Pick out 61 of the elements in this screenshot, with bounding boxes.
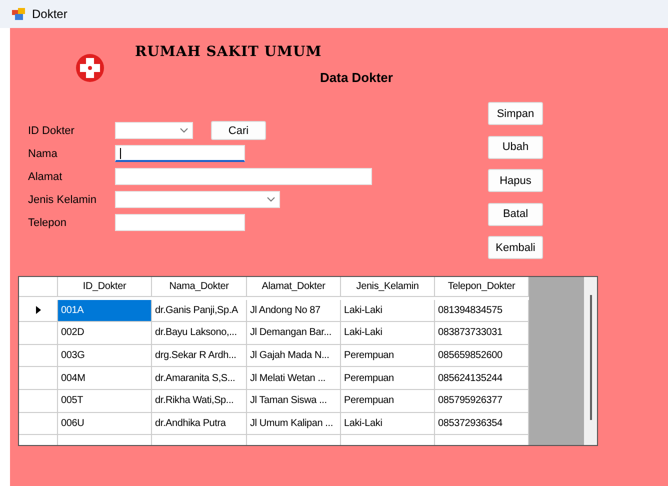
field-label: Nama bbox=[28, 148, 58, 160]
table-cell: drg.Sekar R Ardh... bbox=[152, 344, 247, 368]
field-label: ID Dokter bbox=[28, 124, 76, 136]
table-cell: Jl Andong No 87 bbox=[247, 300, 341, 322]
app-icon bbox=[12, 8, 26, 20]
action-button[interactable]: Simpan bbox=[488, 102, 543, 125]
table-cell: Jl Melati Wetan ... bbox=[247, 367, 341, 390]
table-cell: Laki-Laki bbox=[341, 322, 435, 345]
column-header[interactable]: Nama_Dokter bbox=[152, 277, 247, 297]
table-cell: Jl Umum Kalipan ... bbox=[247, 412, 341, 436]
table-cell: dr.Ganis Panji,Sp.A bbox=[152, 300, 247, 322]
table-cell: 085624135244 bbox=[435, 367, 529, 390]
window-title: Dokter bbox=[32, 7, 68, 21]
table-cell: dr.Bayu Laksono,... bbox=[152, 322, 247, 345]
table-cell: 001A bbox=[58, 300, 152, 322]
table-cell: Jl Demangan Bar... bbox=[247, 322, 341, 345]
form-title: Data Dokter bbox=[320, 70, 393, 85]
table-cell: 081394834575 bbox=[435, 300, 529, 322]
table-cell: 083873733031 bbox=[435, 322, 529, 345]
chevron-down-icon bbox=[180, 128, 188, 133]
search-button[interactable]: Cari bbox=[211, 121, 266, 140]
input-field[interactable] bbox=[115, 214, 245, 231]
table-cell: Laki-Laki bbox=[341, 412, 435, 436]
table-cell: 085659852600 bbox=[435, 344, 529, 368]
table-cell: dr.Andhika Putra bbox=[152, 412, 247, 436]
action-button[interactable]: Ubah bbox=[488, 136, 543, 158]
table-cell: 003G bbox=[58, 344, 152, 368]
table-cell: 085795926377 bbox=[435, 390, 529, 413]
action-button[interactable]: Kembali bbox=[488, 236, 543, 259]
action-button[interactable]: Batal bbox=[488, 202, 543, 226]
table-cell: 005T bbox=[58, 390, 152, 413]
column-header[interactable]: Jenis_Kelamin bbox=[341, 277, 435, 297]
action-button[interactable]: Hapus bbox=[488, 169, 543, 192]
table-cell: 006U bbox=[58, 412, 152, 436]
table-cell: 004M bbox=[58, 367, 152, 390]
column-header[interactable]: ID_Dokter bbox=[58, 277, 152, 297]
dropdown-field[interactable] bbox=[115, 191, 280, 208]
current-row-icon bbox=[36, 306, 40, 314]
column-header[interactable]: Alamat_Dokter bbox=[247, 277, 341, 297]
table-cell: 085372936354 bbox=[435, 412, 529, 436]
field-label: Jenis Kelamin bbox=[28, 194, 98, 206]
table-cell: Perempuan bbox=[341, 344, 435, 368]
input-field[interactable] bbox=[115, 145, 245, 162]
table-cell: dr.Rikha Wati,Sp... bbox=[152, 390, 247, 413]
table-cell: Jl Taman Siswa ... bbox=[247, 390, 341, 413]
hospital-name: RUMAH SAKIT UMUM bbox=[135, 44, 323, 60]
field-label: Telepon bbox=[28, 216, 68, 228]
field-label: Alamat bbox=[28, 170, 64, 182]
scrollbar[interactable] bbox=[584, 277, 597, 445]
table-cell: Perempuan bbox=[341, 390, 435, 413]
dropdown-field[interactable] bbox=[115, 122, 193, 139]
input-field[interactable] bbox=[115, 168, 372, 185]
column-header[interactable]: Telepon_Dokter bbox=[435, 277, 529, 297]
cross-logo-icon bbox=[75, 53, 105, 83]
grid-corner-cell bbox=[19, 277, 58, 297]
table-cell: dr.Amaranita S,S... bbox=[152, 367, 247, 390]
table-cell: Perempuan bbox=[341, 367, 435, 390]
table-cell: 002D bbox=[58, 322, 152, 345]
table-cell: Jl Gajah Mada N... bbox=[247, 344, 341, 368]
chevron-down-icon bbox=[267, 197, 275, 202]
table-cell: Laki-Laki bbox=[341, 300, 435, 322]
